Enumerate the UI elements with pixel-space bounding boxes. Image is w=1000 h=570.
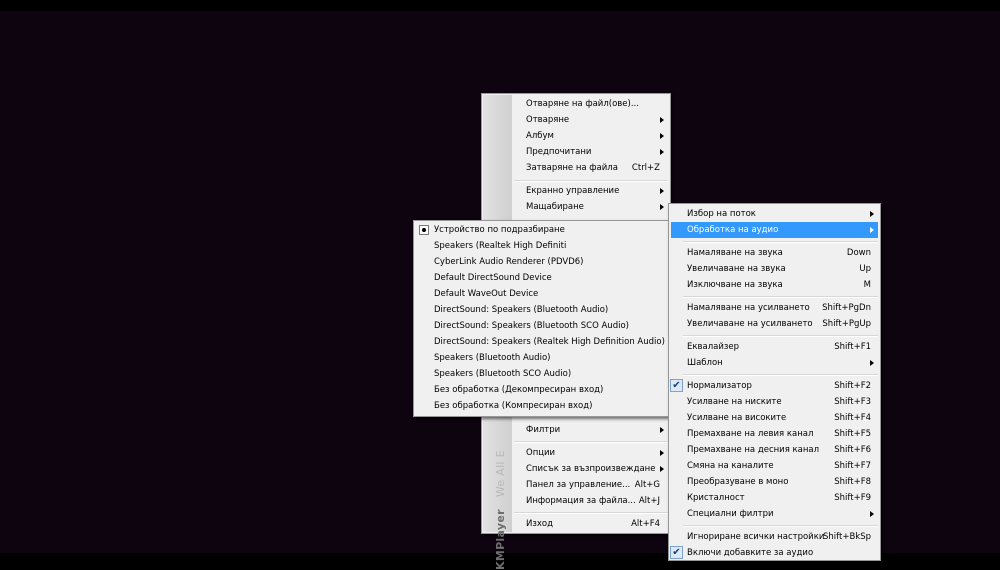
menu-item-filters[interactable]: Филтри bbox=[482, 422, 670, 438]
audio-device-item-selected[interactable]: Устройство по подразбиране bbox=[414, 222, 668, 238]
menu-item-album[interactable]: Албум bbox=[482, 128, 670, 144]
menu-item-remove-right-channel[interactable]: Премахване на десния канал Shift+F6 bbox=[669, 442, 880, 458]
menu-item-control-panel[interactable]: Панел за управление... Alt+G bbox=[482, 477, 670, 493]
submenu-arrow-icon bbox=[660, 133, 664, 139]
menu-item-file-info[interactable]: Информация за файла... Alt+J bbox=[482, 493, 670, 509]
menu-item-audio-processing[interactable]: Обработка на аудио bbox=[671, 222, 878, 238]
audio-device-item[interactable]: Speakers (Realtek High Definiti bbox=[414, 238, 668, 254]
submenu-arrow-icon bbox=[660, 427, 664, 433]
menu-separator bbox=[514, 180, 668, 182]
menu-item-swap-channels[interactable]: Смяна на каналите Shift+F7 bbox=[669, 458, 880, 474]
menu-item-bass-boost[interactable]: Усилване на ниските Shift+F3 bbox=[669, 394, 880, 410]
submenu-arrow-icon bbox=[660, 117, 664, 123]
menu-item-volume-down[interactable]: Намаляване на звука Down bbox=[669, 245, 880, 261]
menu-separator bbox=[683, 525, 878, 527]
menu-item-ignore-all-settings[interactable]: Игнориране всички настройки Shift+BkSp bbox=[669, 529, 880, 545]
submenu-arrow-icon bbox=[660, 204, 664, 210]
menu-item-close-file[interactable]: Затваряне на файла Ctrl+Z bbox=[482, 160, 670, 176]
submenu-arrow-icon bbox=[660, 450, 664, 456]
submenu-arrow-icon bbox=[660, 466, 664, 472]
menu-item-open-files[interactable]: Отваряне на файл(ове)... bbox=[482, 96, 670, 112]
menu-item-exit[interactable]: Изход Alt+F4 bbox=[482, 516, 670, 532]
audio-device-item[interactable]: DirectSound: Speakers (Bluetooth Audio) bbox=[414, 302, 668, 318]
audio-device-item[interactable]: Speakers (Bluetooth SCO Audio) bbox=[414, 366, 668, 382]
menu-separator bbox=[683, 335, 878, 337]
submenu-arrow-icon bbox=[870, 360, 874, 366]
menu-item-enable-audio-plugins[interactable]: ✔ Включи добавките за аудио bbox=[669, 545, 880, 561]
audio-device-item[interactable]: Без обработка (Компресиран вход) bbox=[414, 398, 668, 414]
submenu-arrow-icon bbox=[870, 511, 874, 517]
menu-item-screen-control[interactable]: Екранно управление bbox=[482, 183, 670, 199]
submenu-arrow-icon bbox=[660, 149, 664, 155]
menu-item-favorites[interactable]: Предпочитани bbox=[482, 144, 670, 160]
menu-item-normalizer[interactable]: ✔ Нормализатор Shift+F2 bbox=[669, 378, 880, 394]
menu-separator bbox=[683, 296, 878, 298]
audio-submenu: Избор на поток Обработка на аудио Намаля… bbox=[668, 203, 881, 561]
audio-device-item[interactable]: CyberLink Audio Renderer (PDVD6) bbox=[414, 254, 668, 270]
audio-device-item[interactable]: Default DirectSound Device bbox=[414, 270, 668, 286]
checkmark-icon: ✔ bbox=[670, 379, 683, 392]
menu-separator bbox=[683, 374, 878, 376]
audio-device-item[interactable]: DirectSound: Speakers (Bluetooth SCO Aud… bbox=[414, 318, 668, 334]
radio-selected-icon bbox=[419, 225, 429, 235]
audio-device-item[interactable]: DirectSound: Speakers (Realtek High Defi… bbox=[414, 334, 668, 350]
menu-item-zoom[interactable]: Мащабиране bbox=[482, 199, 670, 215]
audio-device-item[interactable]: Speakers (Bluetooth Audio) bbox=[414, 350, 668, 366]
menu-item-volume-up[interactable]: Увеличаване на звука Up bbox=[669, 261, 880, 277]
menu-item-mute[interactable]: Изключване на звука M bbox=[669, 277, 880, 293]
menu-item-remove-left-channel[interactable]: Премахване на левия канал Shift+F5 bbox=[669, 426, 880, 442]
menu-separator bbox=[514, 441, 668, 443]
menu-item-playlist[interactable]: Списък за възпроизвеждане bbox=[482, 461, 670, 477]
menu-item-treble-boost[interactable]: Усилване на високите Shift+F4 bbox=[669, 410, 880, 426]
menu-separator bbox=[683, 241, 878, 243]
submenu-arrow-icon bbox=[660, 188, 664, 194]
menu-item-preset[interactable]: Шаблон bbox=[669, 355, 880, 371]
menu-item-gain-up[interactable]: Увеличаване на усилването Shift+PgUp bbox=[669, 316, 880, 332]
menu-item-open[interactable]: Отваряне bbox=[482, 112, 670, 128]
audio-device-item[interactable]: Без обработка (Декомпресиран вход) bbox=[414, 382, 668, 398]
checkmark-icon: ✔ bbox=[670, 546, 683, 559]
submenu-arrow-icon bbox=[870, 227, 874, 233]
menu-item-stream-select[interactable]: Избор на поток bbox=[669, 206, 880, 222]
menu-item-special-filters[interactable]: Специални филтри bbox=[669, 506, 880, 522]
menu-item-options[interactable]: Опции bbox=[482, 445, 670, 461]
menu-item-equalizer[interactable]: Еквалайзер Shift+F1 bbox=[669, 339, 880, 355]
audio-device-menu: Устройство по подразбиране Speakers (Rea… bbox=[413, 220, 669, 417]
menu-item-convert-mono[interactable]: Преобразуване в моно Shift+F8 bbox=[669, 474, 880, 490]
menu-item-crystality[interactable]: Кристалност Shift+F9 bbox=[669, 490, 880, 506]
menu-item-gain-down[interactable]: Намаляване на усилването Shift+PgDn bbox=[669, 300, 880, 316]
menu-separator bbox=[514, 512, 668, 514]
audio-device-item[interactable]: Default WaveOut Device bbox=[414, 286, 668, 302]
submenu-arrow-icon bbox=[870, 211, 874, 217]
top-letterbox bbox=[0, 0, 1000, 11]
